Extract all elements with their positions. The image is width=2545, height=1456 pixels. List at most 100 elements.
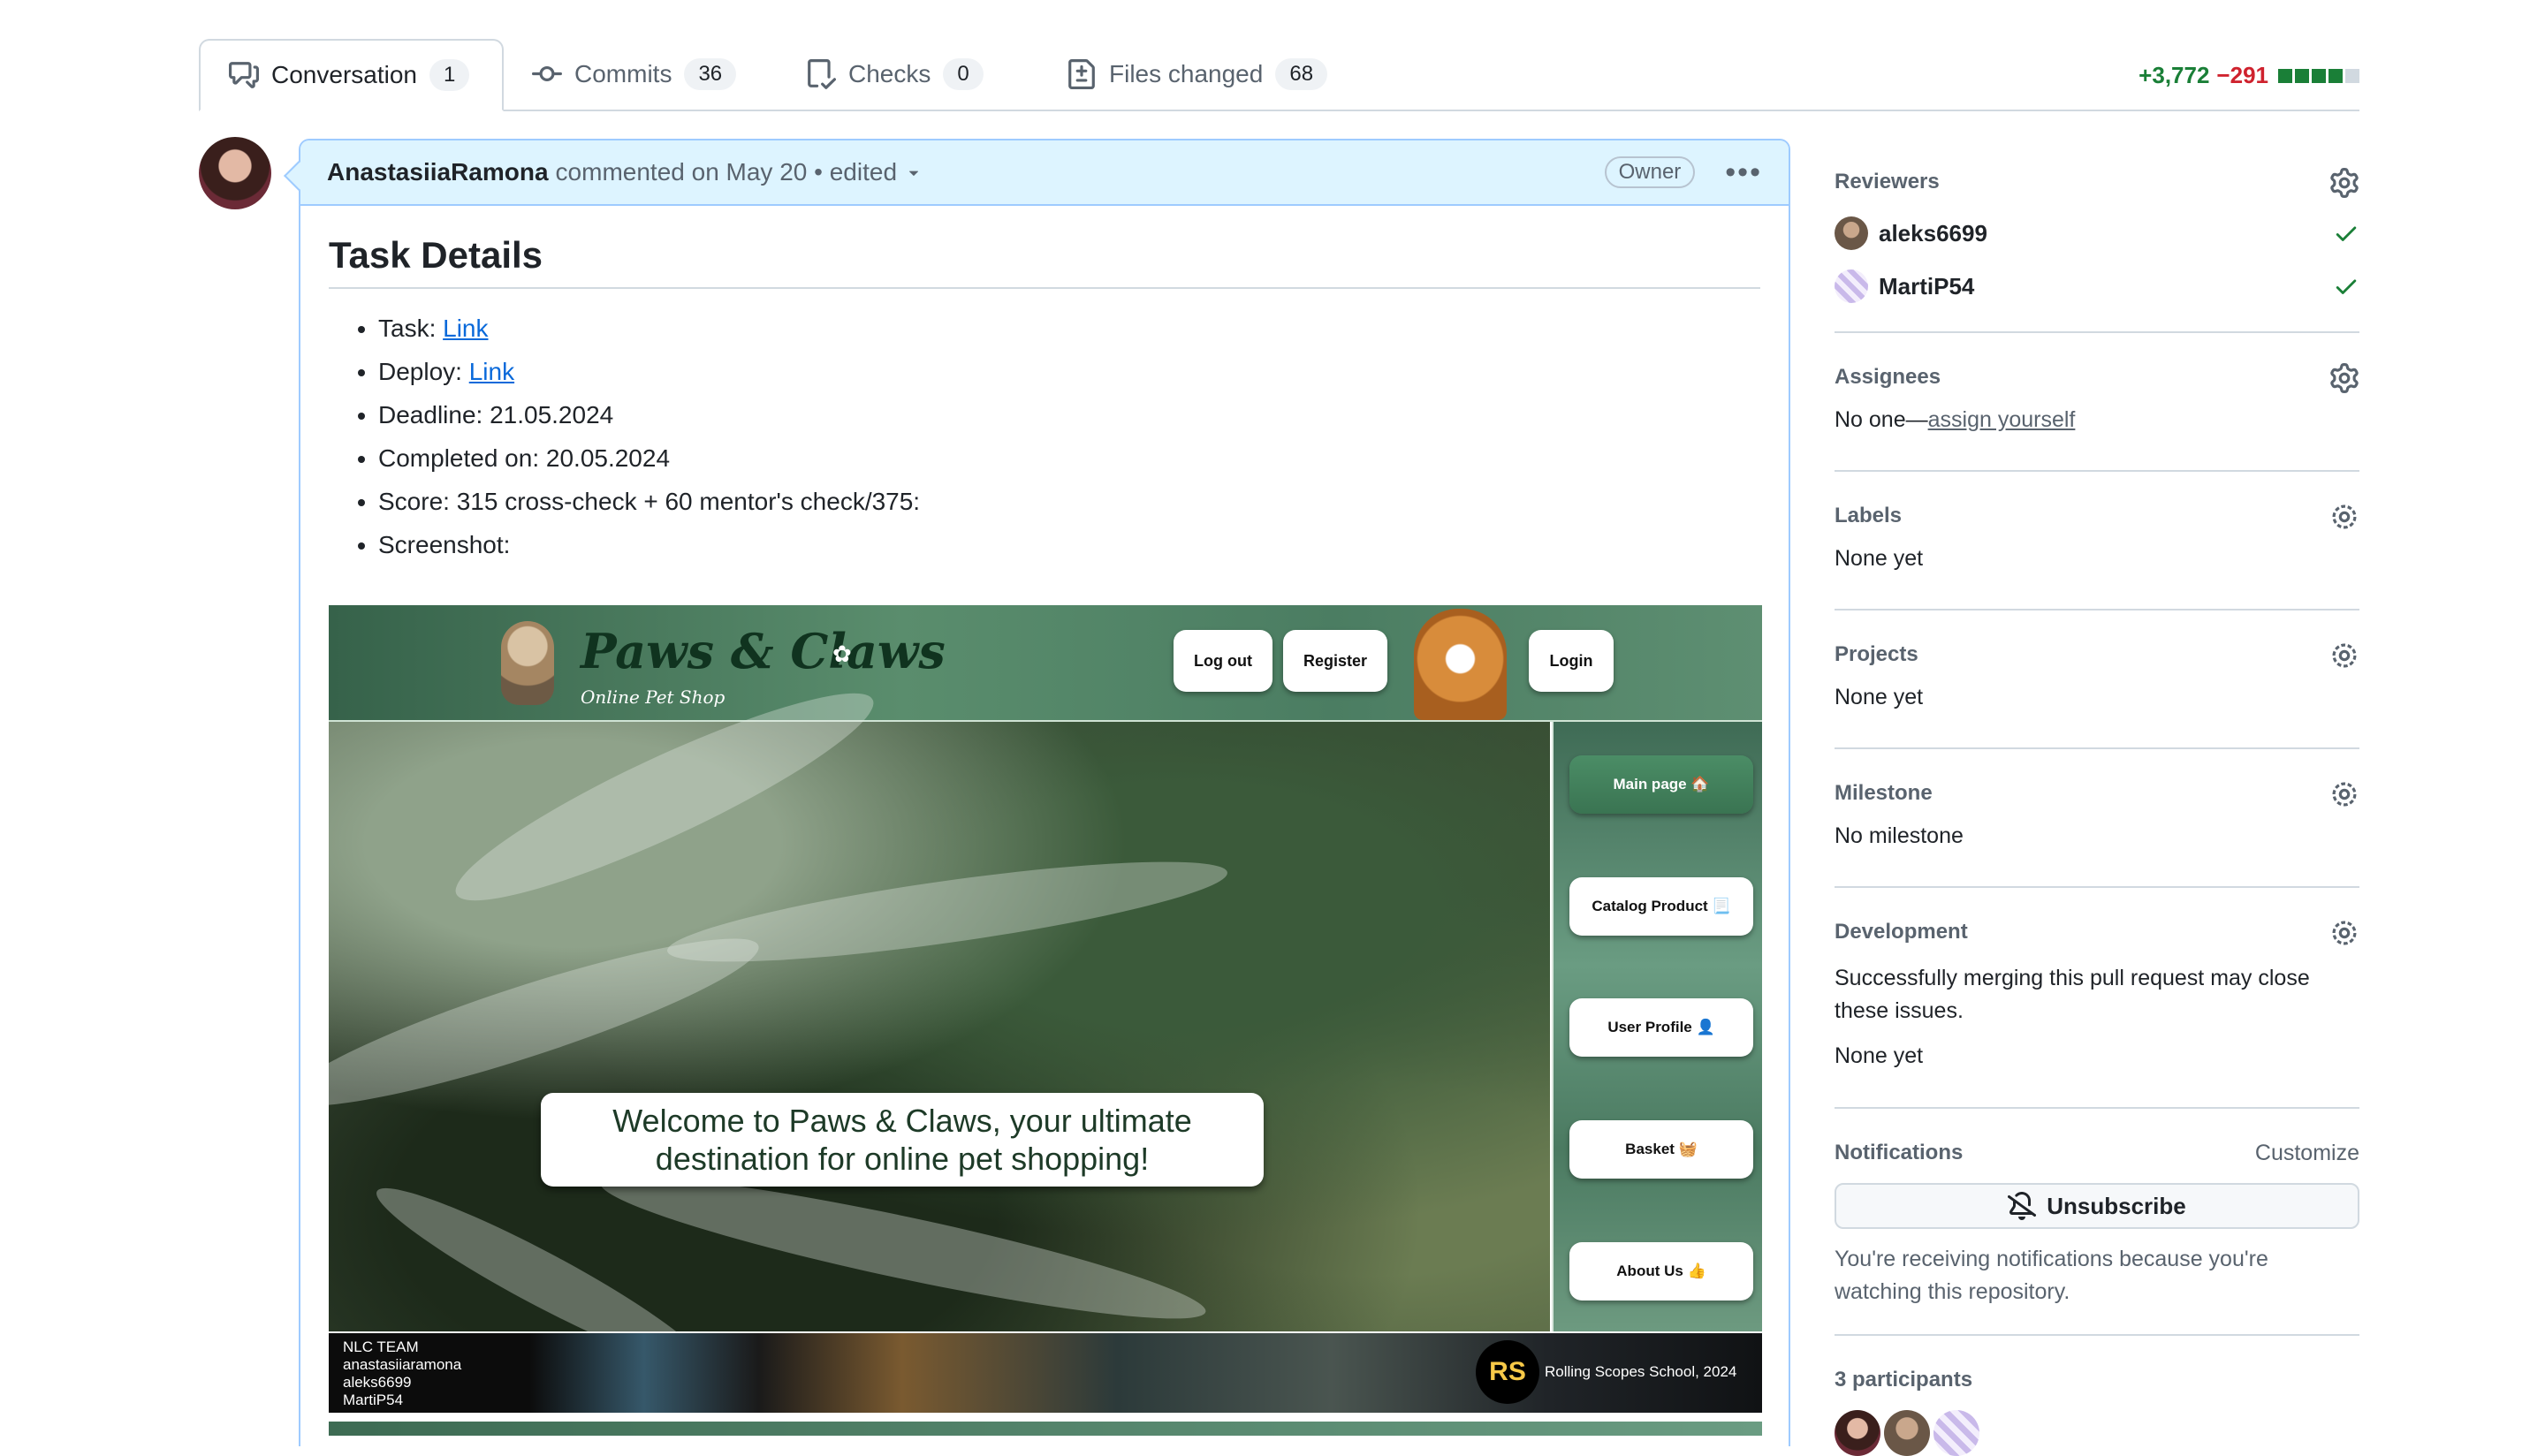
owner-badge: Owner: [1604, 156, 1696, 188]
tab-label: Checks: [848, 60, 931, 87]
assignees-title[interactable]: Assignees: [1835, 333, 2359, 390]
nav-catalog: Catalog Product 📃: [1569, 877, 1753, 936]
tab-commits[interactable]: Commits 36: [504, 39, 764, 110]
tab-count: 1: [429, 59, 470, 91]
list-item: Deadline: 21.05.2024: [378, 393, 1760, 436]
unsubscribe-button[interactable]: Unsubscribe: [1835, 1183, 2359, 1229]
development-value: None yet: [1835, 1043, 1924, 1068]
deploy-link[interactable]: Link: [469, 358, 514, 385]
tab-checks[interactable]: Checks 0: [778, 39, 1012, 110]
gear-icon[interactable]: [2329, 641, 2359, 671]
login-button: Login: [1529, 630, 1614, 692]
nav-main-page: Main page 🏠: [1569, 755, 1753, 814]
nav-user-profile: User Profile 👤: [1569, 998, 1753, 1057]
projects-value: None yet: [1835, 685, 1924, 709]
projects-section: Projects None yet: [1835, 610, 2359, 749]
shop-nav-panel: Main page 🏠 Catalog Product 📃 User Profi…: [1552, 722, 1762, 1331]
avatar[interactable]: [1835, 216, 1868, 250]
nav-about-us: About Us 👍: [1569, 1242, 1753, 1301]
development-description: Successfully merging this pull request m…: [1835, 966, 2310, 1023]
gear-icon[interactable]: [2329, 918, 2359, 948]
comment-discussion-icon: [229, 62, 259, 88]
git-commit-icon: [532, 65, 562, 81]
footer-team: NLC TEAM anastasiiaramona aleks6699 Mart…: [343, 1338, 462, 1408]
rs-logo: RS: [1476, 1340, 1539, 1404]
tab-files-changed[interactable]: Files changed 68: [1038, 39, 1356, 110]
embedded-screenshot[interactable]: Paws & Claws ✿ Online Pet Shop Log out R…: [329, 605, 1762, 1436]
next-screenshot-preview: [329, 1422, 1762, 1436]
shop-header: Paws & Claws ✿ Online Pet Shop Log out R…: [329, 605, 1762, 722]
gear-icon[interactable]: [2329, 168, 2359, 198]
comment-meta[interactable]: commented on May 20 • edited: [556, 158, 897, 186]
shop-logo-subtitle: Online Pet Shop: [581, 686, 726, 708]
pr-sidebar: Reviewers aleks6699 MartiP54 Assignees N…: [1835, 168, 2359, 1456]
comment-body: Task Details Task: Link Deploy: Link Dea…: [300, 234, 1789, 566]
footer-credit: Rolling Scopes School, 2024: [1545, 1363, 1737, 1380]
dog-image: [1414, 609, 1507, 720]
avatar[interactable]: [1933, 1410, 1979, 1456]
pr-tab-bar: Conversation 1 Commits 36 Checks 0 Files…: [199, 39, 2359, 111]
reviewer-name[interactable]: aleks6699: [1879, 220, 1987, 247]
labels-title[interactable]: Labels: [1835, 472, 2359, 528]
customize-link[interactable]: Customize: [2255, 1141, 2359, 1166]
milestone-section: Milestone No milestone: [1835, 749, 2359, 888]
tab-count: 0: [943, 58, 984, 90]
triangle-down-icon[interactable]: [904, 163, 923, 182]
notifications-section: Notifications Customize Unsubscribe You'…: [1835, 1109, 2359, 1336]
task-list: Task: Link Deploy: Link Deadline: 21.05.…: [329, 307, 1760, 566]
assign-yourself-link[interactable]: assign yourself: [1928, 407, 2076, 432]
labels-section: Labels None yet: [1835, 472, 2359, 610]
diffstat-deletions: −291: [2216, 62, 2268, 88]
comment-header: AnastasiiaRamona commented on May 20 • e…: [300, 140, 1789, 206]
reviewers-title[interactable]: Reviewers: [1835, 168, 2359, 194]
task-link[interactable]: Link: [443, 315, 488, 342]
reviewer-name[interactable]: MartiP54: [1879, 273, 1974, 300]
labels-value: None yet: [1835, 546, 1924, 571]
assignees-value: No one—assign yourself: [1835, 407, 2076, 432]
register-button: Register: [1283, 630, 1387, 692]
kebab-menu-icon[interactable]: •••: [1725, 155, 1762, 190]
logout-button: Log out: [1174, 630, 1272, 692]
paw-icon: ✿: [832, 641, 852, 667]
milestone-value: No milestone: [1835, 823, 1964, 848]
check-icon: [2336, 226, 2357, 241]
list-item: Score: 315 cross-check + 60 mentor's che…: [378, 480, 1760, 523]
avatar[interactable]: [1835, 1410, 1880, 1456]
list-item: Screenshot:: [378, 523, 1760, 566]
author-avatar[interactable]: [199, 137, 271, 209]
checklist-icon: [808, 59, 836, 89]
reviewer-row[interactable]: aleks6699: [1835, 207, 2359, 260]
cat-image: [501, 621, 554, 705]
avatar[interactable]: [1884, 1410, 1930, 1456]
gear-icon[interactable]: [2329, 363, 2359, 393]
reviewers-section: Reviewers aleks6699 MartiP54: [1835, 168, 2359, 333]
welcome-banner: Welcome to Paws & Claws, your ultimate d…: [541, 1093, 1264, 1187]
participant-avatars: [1835, 1410, 2359, 1456]
milestone-title[interactable]: Milestone: [1835, 749, 2359, 806]
tab-conversation[interactable]: Conversation 1: [199, 39, 504, 111]
reviewer-row[interactable]: MartiP54: [1835, 260, 2359, 313]
participants-title: 3 participants: [1835, 1368, 1973, 1392]
hero-background: Welcome to Paws & Claws, your ultimate d…: [329, 664, 1550, 1390]
shop-logo: Paws & Claws: [581, 623, 946, 679]
shop-footer: NLC TEAM anastasiiaramona aleks6699 Mart…: [329, 1333, 1762, 1413]
assignees-section: Assignees No one—assign yourself: [1835, 333, 2359, 472]
task-heading: Task Details: [329, 234, 1760, 289]
participants-section: 3 participants: [1835, 1336, 2359, 1456]
tab-label: Conversation: [271, 61, 417, 88]
avatar[interactable]: [1835, 269, 1868, 303]
development-title[interactable]: Development: [1835, 888, 2359, 944]
check-icon: [2336, 279, 2357, 294]
bell-slash-icon: [2008, 1192, 2037, 1220]
list-item: Task: Link: [378, 307, 1760, 350]
gear-icon[interactable]: [2329, 779, 2359, 809]
comment-author[interactable]: AnastasiiaRamona: [327, 158, 549, 186]
tab-label: Files changed: [1109, 60, 1264, 87]
gear-icon[interactable]: [2329, 502, 2359, 532]
list-item: Completed on: 20.05.2024: [378, 436, 1760, 480]
development-section: Development Successfully merging this pu…: [1835, 888, 2359, 1109]
unsubscribe-label: Unsubscribe: [2047, 1192, 2186, 1219]
projects-title[interactable]: Projects: [1835, 610, 2359, 667]
tab-label: Commits: [574, 60, 672, 87]
tab-count: 68: [1275, 58, 1328, 90]
